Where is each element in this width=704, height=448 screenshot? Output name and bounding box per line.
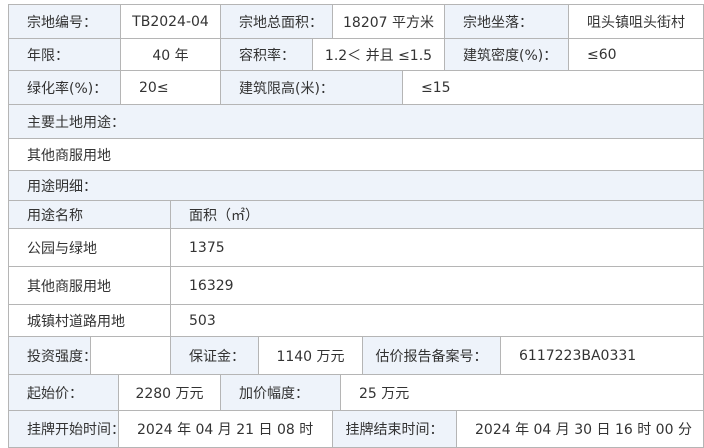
total-area-value: 18207 平方米 (332, 4, 444, 38)
intensity-value (90, 336, 170, 374)
listing-end-value: 2024 年 04 月 30 日 16 时 00 分 (456, 410, 704, 448)
use-name-header: 用途名称 (8, 200, 170, 228)
term-value: 40 年 (120, 38, 220, 70)
location-value: 咀头镇咀头街村 (568, 4, 704, 38)
row-listing-time: 挂牌开始时间： 2024 年 04 月 21 日 08 时 挂牌结束时间： 20… (0, 410, 704, 448)
use-area-cell: 503 (170, 304, 704, 336)
appraisal-value: 6117223BA0331 (500, 336, 704, 374)
use-name-cell: 其他商服用地 (8, 266, 170, 304)
increment-value: 25 万元 (340, 374, 704, 410)
main-use-label: 主要土地用途： (8, 104, 704, 138)
deposit-label: 保证金： (170, 336, 258, 374)
use-area-header: 面积（㎡） (170, 200, 704, 228)
table-row: 其他商服用地 16329 (0, 266, 704, 304)
use-area-cell: 1375 (170, 228, 704, 266)
far-label: 容积率： (220, 38, 312, 70)
green-value: 20≤ (120, 70, 220, 104)
height-label: 建筑限高(米)： (220, 70, 402, 104)
row-main-use-value: 其他商服用地 (0, 138, 704, 170)
row-green-info: 绿化率(%)： 20≤ 建筑限高(米)： ≤15 (0, 70, 704, 104)
density-label: 建筑密度(%)： (444, 38, 568, 70)
use-area-cell: 16329 (170, 266, 704, 304)
row-term-info: 年限： 40 年 容积率： 1.2＜ 并且 ≤1.5 建筑密度(%)： ≤60 (0, 38, 704, 70)
location-label: 宗地坐落： (444, 4, 568, 38)
parcel-no-label: 宗地编号： (8, 4, 120, 38)
far-value: 1.2＜ 并且 ≤1.5 (312, 38, 444, 70)
use-detail-label: 用途明细： (8, 170, 704, 200)
listing-end-label: 挂牌结束时间： (332, 410, 456, 448)
table-row: 公园与绿地 1375 (0, 228, 704, 266)
total-area-label: 宗地总面积： (220, 4, 332, 38)
row-main-use-header: 主要土地用途： (0, 104, 704, 138)
green-label: 绿化率(%)： (8, 70, 120, 104)
start-price-label: 起始价： (8, 374, 118, 410)
use-name-cell: 公园与绿地 (8, 228, 170, 266)
term-label: 年限： (8, 38, 120, 70)
row-price: 起始价： 2280 万元 加价幅度： 25 万元 (0, 374, 704, 410)
parcel-no-value: TB2024-04 (120, 4, 220, 38)
density-value: ≤60 (568, 38, 704, 70)
deposit-value: 1140 万元 (258, 336, 362, 374)
row-use-detail-header: 用途明细： (0, 170, 704, 200)
height-value: ≤15 (402, 70, 704, 104)
increment-label: 加价幅度： (220, 374, 340, 410)
appraisal-label: 估价报告备案号： (362, 336, 500, 374)
main-use-value: 其他商服用地 (8, 138, 704, 170)
listing-start-value: 2024 年 04 月 21 日 08 时 (118, 410, 332, 448)
start-price-value: 2280 万元 (118, 374, 220, 410)
listing-start-label: 挂牌开始时间： (8, 410, 118, 448)
table-row: 城镇村道路用地 503 (0, 304, 704, 336)
intensity-label: 投资强度： (8, 336, 90, 374)
row-parcel-info: 宗地编号： TB2024-04 宗地总面积： 18207 平方米 宗地坐落： 咀… (0, 4, 704, 38)
use-name-cell: 城镇村道路用地 (8, 304, 170, 336)
row-investment: 投资强度： 保证金： 1140 万元 估价报告备案号： 6117223BA033… (0, 336, 704, 374)
land-listing-table: 宗地编号： TB2024-04 宗地总面积： 18207 平方米 宗地坐落： 咀… (0, 0, 704, 448)
row-use-detail-columns: 用途名称 面积（㎡） (0, 200, 704, 228)
